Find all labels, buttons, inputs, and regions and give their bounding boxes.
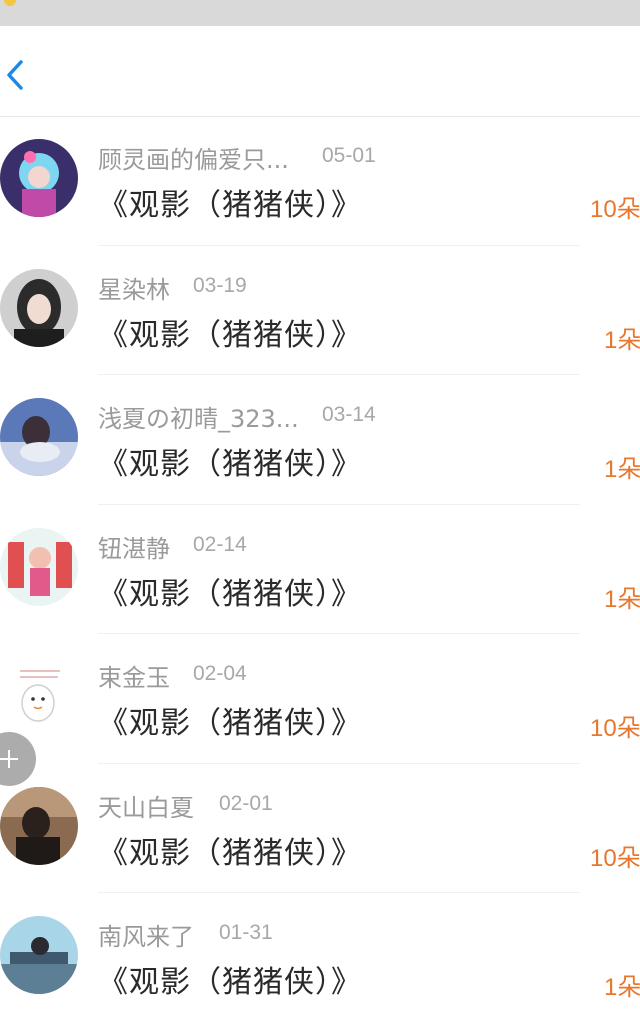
top-nav-bar bbox=[0, 26, 640, 117]
avatar[interactable] bbox=[0, 527, 78, 606]
avatar[interactable] bbox=[0, 916, 78, 994]
date: 01-31 bbox=[219, 921, 273, 944]
status-indicator bbox=[4, 0, 16, 6]
item-title: 《观影（猪猪侠）》 bbox=[98, 317, 362, 353]
status-bar bbox=[0, 0, 640, 26]
item-title: 《观影（猪猪侠）》 bbox=[98, 447, 362, 482]
date: 03-19 bbox=[193, 273, 247, 297]
list-item[interactable]: 星染林 03-19 《观影（猪猪侠）》 1朵 bbox=[0, 246, 640, 375]
avatar[interactable] bbox=[0, 786, 78, 865]
avatar[interactable] bbox=[0, 268, 78, 347]
list-item[interactable]: 天山白夏 02-01 《观影（猪猪侠）》 10朵 bbox=[0, 764, 640, 893]
list-item[interactable]: 南风来了 01-31 《观影（猪猪侠）》 1朵 bbox=[0, 893, 640, 1023]
item-title: 《观影（猪猪侠）》 bbox=[98, 965, 362, 1000]
avatar[interactable] bbox=[0, 139, 78, 217]
flower-count: 1朵 bbox=[604, 974, 640, 1001]
back-button[interactable] bbox=[0, 46, 40, 102]
username: 浅夏の初晴_323... bbox=[98, 405, 299, 433]
date: 03-14 bbox=[322, 403, 376, 426]
item-title: 《观影（猪猪侠）》 bbox=[98, 576, 362, 612]
flower-count: 10朵 bbox=[590, 196, 640, 223]
username: 顾灵画的偏爱只... bbox=[98, 146, 289, 174]
username: 钮湛静 bbox=[98, 534, 170, 563]
username: 天山白夏 bbox=[98, 793, 194, 822]
username: 星染林 bbox=[98, 275, 170, 304]
username: 束金玉 bbox=[98, 664, 170, 692]
item-title: 《观影（猪猪侠）》 bbox=[98, 835, 362, 871]
flower-count: 1朵 bbox=[604, 585, 640, 613]
list-item[interactable]: 束金玉 02-04 《观影（猪猪侠）》 10朵 bbox=[0, 634, 640, 764]
date: 05-01 bbox=[322, 144, 376, 167]
list-item[interactable]: 顾灵画的偏爱只... 05-01 《观影（猪猪侠）》 10朵 bbox=[0, 116, 640, 246]
date: 02-01 bbox=[219, 791, 273, 815]
list-item[interactable]: 钮湛静 02-14 《观影（猪猪侠）》 1朵 bbox=[0, 505, 640, 634]
flower-count: 10朵 bbox=[590, 844, 640, 872]
flower-count: 10朵 bbox=[590, 715, 640, 742]
flower-count: 1朵 bbox=[604, 326, 640, 354]
username: 南风来了 bbox=[98, 923, 194, 951]
avatar[interactable] bbox=[0, 657, 78, 735]
date: 02-04 bbox=[193, 662, 247, 685]
avatar[interactable] bbox=[0, 398, 78, 476]
flower-count: 1朵 bbox=[604, 456, 640, 483]
gift-list: 顾灵画的偏爱只... 05-01 《观影（猪猪侠）》 10朵 星染林 03-19… bbox=[0, 116, 640, 1023]
chevron-left-icon bbox=[7, 60, 23, 90]
item-title: 《观影（猪猪侠）》 bbox=[98, 188, 362, 223]
date: 02-14 bbox=[193, 532, 247, 556]
list-item[interactable]: 浅夏の初晴_323... 03-14 《观影（猪猪侠）》 1朵 bbox=[0, 375, 640, 505]
item-title: 《观影（猪猪侠）》 bbox=[98, 706, 362, 741]
